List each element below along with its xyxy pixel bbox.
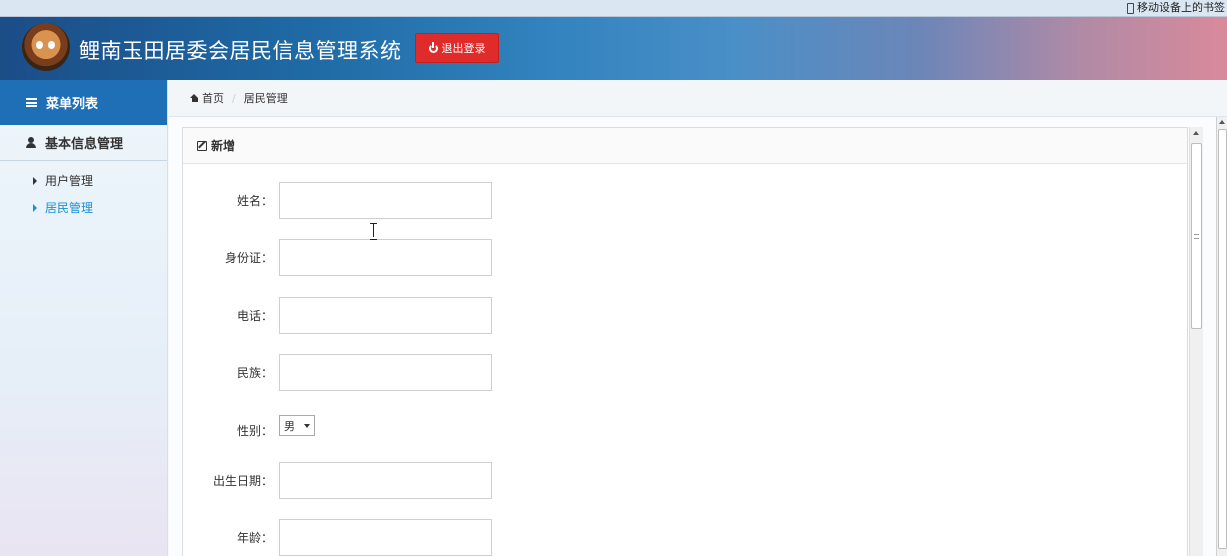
sidebar-item-label: 用户管理 <box>45 174 94 188</box>
ethnicity-input[interactable] <box>279 354 492 391</box>
sidebar-group-basic-info[interactable]: 基本信息管理 <box>0 125 167 161</box>
page-scrollbar[interactable] <box>1216 117 1227 556</box>
birth-date-label: 出生日期： <box>212 474 273 488</box>
power-icon <box>428 41 438 53</box>
id-card-input[interactable] <box>279 239 492 276</box>
app-logo <box>22 23 70 71</box>
birth-date-input[interactable] <box>279 462 492 499</box>
sidebar-item-user-management[interactable]: 用户管理 <box>0 167 167 194</box>
mobile-bookmarks-link[interactable]: 移动设备上的书签 <box>1127 0 1225 16</box>
name-input[interactable] <box>279 182 492 219</box>
sidebar: 菜单列表 基本信息管理 用户管理 居民管理 <box>0 80 168 556</box>
scroll-up-arrow-icon[interactable] <box>1193 131 1199 135</box>
sidebar-title: 菜单列表 <box>46 97 99 112</box>
edit-icon <box>197 140 207 151</box>
form-row-birth-date: 出生日期： <box>183 462 492 499</box>
home-icon <box>190 94 199 102</box>
sidebar-group-label: 基本信息管理 <box>45 137 124 152</box>
ethnicity-label: 民族： <box>236 366 273 380</box>
form-row-gender: 性别： 男 <box>183 412 315 439</box>
name-label: 姓名： <box>236 194 273 208</box>
form-row-id-card: 身份证： <box>183 239 492 276</box>
bookmark-bar: 移动设备上的书签 <box>0 0 1227 17</box>
form-row-phone: 电话： <box>183 297 492 334</box>
logout-label: 退出登录 <box>441 42 486 55</box>
add-resident-panel: 新增 姓名： 身份证： 电话： 民族： 性别： 男 出生日期： 年龄： <box>182 127 1188 556</box>
id-card-label: 身份证： <box>224 251 273 265</box>
sidebar-item-label: 居民管理 <box>45 201 94 215</box>
user-icon <box>26 137 36 148</box>
app-header: 鲤南玉田居委会居民信息管理系统 退出登录 <box>0 17 1227 80</box>
phone-input[interactable] <box>279 297 492 334</box>
mobile-bookmarks-label: 移动设备上的书签 <box>1137 1 1225 14</box>
caret-right-icon <box>33 176 37 185</box>
gender-select-value: 男 <box>284 419 295 433</box>
form-row-ethnicity: 民族： <box>183 354 492 391</box>
phone-label: 电话： <box>236 309 273 323</box>
breadcrumb-current: 居民管理 <box>243 92 288 105</box>
scroll-up-arrow-icon[interactable] <box>1219 120 1225 124</box>
form-row-age: 年龄： <box>183 519 492 556</box>
breadcrumb-separator: / <box>232 91 236 105</box>
main-content: 新增 姓名： 身份证： 电话： 民族： 性别： 男 出生日期： 年龄： <box>169 117 1216 556</box>
gender-select[interactable]: 男 <box>279 415 315 436</box>
sidebar-header: 菜单列表 <box>0 80 167 125</box>
panel-header: 新增 <box>183 128 1187 164</box>
scrollbar-thumb[interactable] <box>1191 143 1202 329</box>
scrollbar-thumb[interactable] <box>1218 129 1227 549</box>
phone-icon <box>1127 2 1134 14</box>
sidebar-item-resident-management[interactable]: 居民管理 <box>0 194 167 221</box>
text-cursor-icon <box>370 223 378 240</box>
chevron-down-icon <box>304 424 310 428</box>
panel-title: 新增 <box>211 139 236 153</box>
age-input[interactable] <box>279 519 492 556</box>
gender-label: 性别： <box>236 424 273 438</box>
site-title: 鲤南玉田居委会居民信息管理系统 <box>79 39 402 63</box>
breadcrumb: 首页 / 居民管理 <box>169 80 1227 117</box>
age-label: 年龄： <box>236 531 273 545</box>
panel-scrollbar[interactable] <box>1189 127 1203 556</box>
form-row-name: 姓名： <box>183 182 492 219</box>
caret-right-icon <box>33 203 37 212</box>
breadcrumb-home-link[interactable]: 首页 <box>202 90 224 106</box>
list-icon <box>26 98 37 107</box>
logout-button[interactable]: 退出登录 <box>415 33 499 63</box>
